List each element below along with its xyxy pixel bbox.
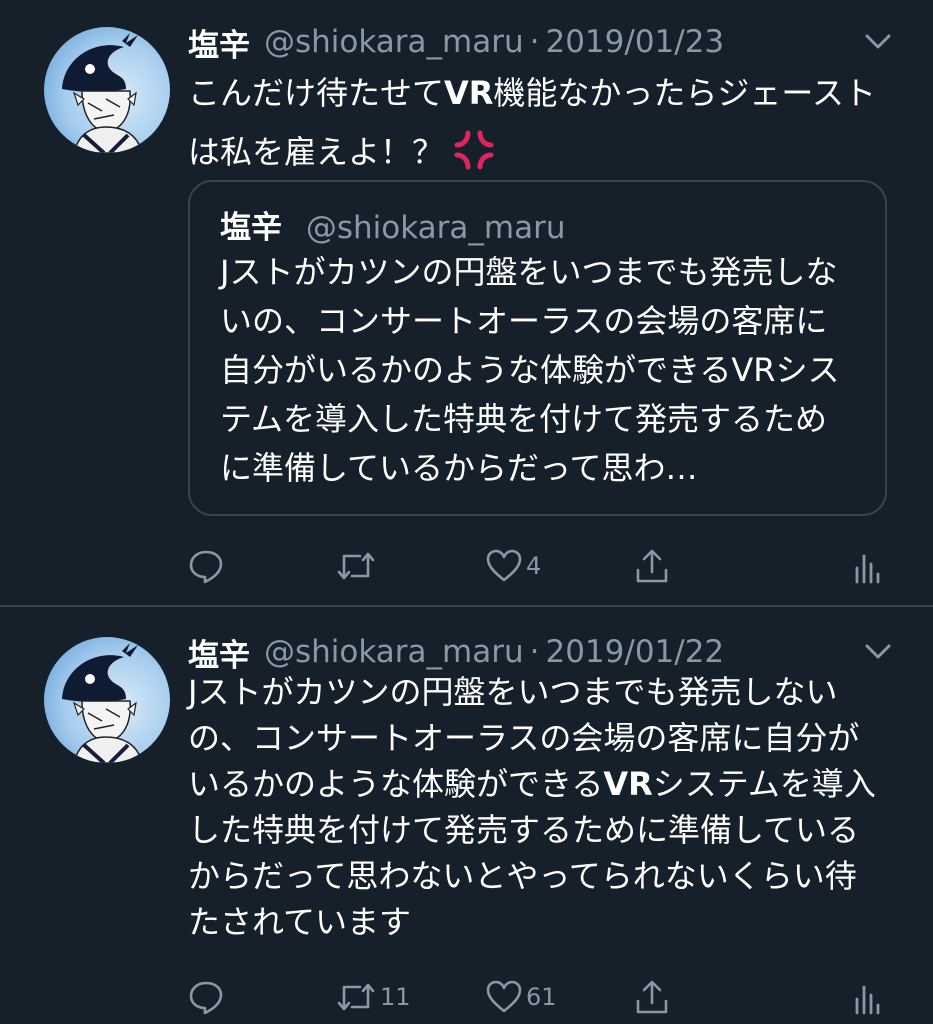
chevron-down-icon[interactable] (863, 636, 893, 666)
share-button[interactable] (634, 546, 670, 586)
user-handle[interactable]: @shiokara_maru (264, 634, 524, 670)
like-count: 61 (526, 983, 557, 1011)
like-count: 4 (526, 552, 542, 580)
display-name[interactable]: 塩辛 (188, 630, 250, 675)
analytics-button[interactable] (852, 546, 882, 586)
like-button[interactable]: 61 (486, 977, 557, 1017)
retweet-count: 11 (380, 983, 411, 1011)
avatar[interactable] (44, 637, 170, 763)
retweet-button[interactable]: 11 (336, 977, 411, 1017)
reply-icon (189, 550, 223, 584)
quoted-display-name: 塩辛 (220, 210, 282, 246)
tweet[interactable]: 塩辛 @shiokara_maru · 2019/01/22 Jストがカツンの円… (0, 607, 933, 1024)
like-icon (486, 980, 522, 1013)
tweet-text-bold: VR (444, 74, 494, 112)
separator-dot: · (529, 24, 540, 60)
tweet-date[interactable]: 2019/01/23 (545, 24, 724, 60)
separator-dot: · (529, 634, 540, 670)
tweet[interactable]: 塩辛 @shiokara_maru · 2019/01/23 こんだけ待たせてV… (0, 0, 933, 607)
quoted-tweet[interactable]: 塩辛 @shiokara_maru Jストがカツンの円盤をいつまでも発売しないの… (188, 180, 887, 516)
reply-button[interactable] (188, 977, 228, 1017)
analytics-icon (855, 985, 880, 1015)
tweet-text-part: こんだけ待たせて (188, 74, 445, 112)
quoted-tweet-text: Jストがカツンの円盤をいつまでも発売しないの、コンサートオーラスの会場の客席に自… (220, 253, 840, 487)
retweet-icon (337, 552, 375, 580)
like-button[interactable]: 4 (486, 546, 541, 586)
analytics-button[interactable] (852, 977, 882, 1017)
anger-symbol-icon (454, 130, 494, 170)
tweet-header: 塩辛 @shiokara_maru · 2019/01/23 (188, 20, 873, 64)
retweet-icon (337, 983, 375, 1011)
share-icon (636, 980, 668, 1014)
quoted-tweet-header: 塩辛 @shiokara_maru (220, 202, 565, 247)
tweet-date[interactable]: 2019/01/22 (545, 634, 724, 670)
user-handle[interactable]: @shiokara_maru (264, 24, 524, 60)
retweet-button[interactable] (336, 546, 380, 586)
chevron-down-icon[interactable] (863, 26, 893, 56)
analytics-icon (855, 554, 880, 584)
tweet-actions: 11 61 (188, 977, 893, 1017)
display-name[interactable]: 塩辛 (188, 20, 250, 65)
share-button[interactable] (634, 977, 670, 1017)
tweet-header: 塩辛 @shiokara_maru · 2019/01/22 (188, 630, 873, 674)
tweet-text-bold: VR (603, 765, 653, 803)
tweet-actions: 4 (188, 546, 893, 586)
avatar[interactable] (44, 27, 170, 153)
reply-button[interactable] (188, 546, 228, 586)
tweet-text: Jストがカツンの円盤をいつまでも発売しないの、コンサートオーラスの会場の客席に自… (188, 669, 885, 945)
reply-icon (189, 981, 223, 1015)
quoted-user-handle: @shiokara_maru (305, 210, 566, 246)
share-icon (636, 549, 668, 583)
tweet-text: こんだけ待たせてVR機能なかったらジェーストは私を雇えよ！？ (188, 64, 885, 182)
like-icon (486, 549, 522, 582)
